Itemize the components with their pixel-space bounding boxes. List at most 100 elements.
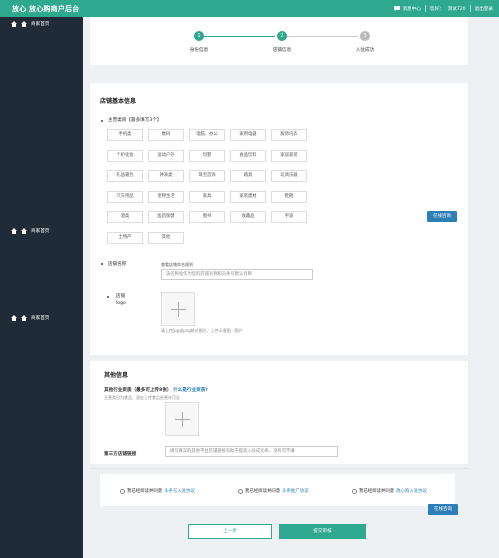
sidebar-item-label: 商家首页	[31, 229, 50, 234]
category-option[interactable]: 家具	[189, 190, 225, 203]
step-2-label: 店铺信息	[272, 48, 292, 53]
submit-review-button[interactable]: 提交审核	[279, 524, 366, 539]
category-option[interactable]: 其他	[148, 231, 184, 244]
category-option[interactable]: 运动户外	[148, 149, 184, 162]
category-option[interactable]: 手机类	[107, 129, 143, 141]
agreement-text: 我已经阅读并同意	[245, 489, 281, 494]
sidebar: 商家首页 商家首页 商家首页	[0, 17, 83, 558]
divider	[90, 468, 468, 469]
home-icon	[11, 21, 17, 27]
bullet	[101, 263, 103, 265]
sidebar-item-home[interactable]: 商家首页	[11, 315, 49, 321]
store-name-input[interactable]: 该名称会作为您的店铺名称和头条号默认名称	[161, 269, 313, 280]
category-option[interactable]: 数码	[148, 129, 184, 141]
home-icon	[11, 315, 17, 321]
agreement-fangxingou[interactable]: 我已经阅读并同意 放心购入驻协议	[352, 488, 427, 494]
agreement-checkbox[interactable]	[120, 488, 125, 494]
agreement-text: 我已经阅读并同意	[359, 489, 395, 494]
step-3-circle: 3	[360, 31, 370, 41]
home-icon	[21, 228, 27, 234]
store-name-label: 店铺名称	[108, 262, 127, 267]
agreement-text: 我已经阅读并同意	[127, 489, 163, 494]
qualification-upload[interactable]	[165, 402, 199, 436]
message-center-label: 消息中心	[402, 6, 421, 12]
message-center[interactable]: 消息中心	[394, 6, 421, 12]
category-option[interactable]: 家居家装	[271, 149, 307, 162]
logo-upload[interactable]	[161, 292, 195, 326]
step-1-label: 身份信息	[189, 48, 209, 53]
category-option[interactable]: 土特产	[107, 231, 143, 244]
agreement-link[interactable]: 头条推广协议	[282, 488, 308, 494]
category-option[interactable]: 玩具乐器	[271, 170, 307, 182]
store-basic-card: 店铺基本信息 主营类目【最多填写3个】 手机类 数码 电脑、办公 家用电器 服饰内衣个护…	[90, 83, 468, 355]
category-option[interactable]: 珠宝首饰	[189, 170, 225, 182]
category-option[interactable]: 个护化妆	[107, 149, 143, 162]
home-icon	[21, 315, 27, 321]
third-party-link-input[interactable]: 填写真实的其他平台店铺链接有助于提高入驻成功率，没有可不填	[165, 446, 338, 457]
agreement-link[interactable]: 放心购入驻协议	[396, 488, 427, 494]
category-option[interactable]: 电脑、办公	[189, 129, 225, 141]
header-divider	[469, 5, 471, 12]
online-consult-button[interactable]: 在线咨询	[427, 211, 457, 222]
bullet	[101, 120, 103, 122]
agreement-toutiao-promotion[interactable]: 我已经阅读并同意 头条推广协议	[238, 488, 309, 494]
category-option[interactable]: 家用电器	[230, 129, 266, 141]
agreement-checkbox[interactable]	[238, 488, 243, 494]
qualification-label: 其他行业资质（最多可上传8张） 什么是行业资质?	[104, 387, 208, 393]
bullet	[107, 296, 109, 298]
category-option[interactable]: 食品饮料	[230, 149, 266, 162]
step-3-label: 入驻成功	[355, 48, 375, 53]
home-icon	[21, 21, 27, 27]
sidebar-item-label: 商家首页	[31, 316, 50, 321]
agreements-card: 我已经阅读并同意 头条号入驻协议 我已经阅读并同意 头条推广协议 我已经阅读并同意放…	[100, 474, 455, 506]
category-option[interactable]: 宠物生活	[148, 190, 184, 203]
other-info-card: 其他信息 其他行业资质（最多可上传8张） 什么是行业资质? 主营类目为食品、酒业…	[90, 361, 468, 464]
category-option[interactable]: 箱具	[230, 170, 266, 182]
message-icon	[394, 6, 401, 11]
sidebar-item-label: 商家首页	[31, 22, 50, 27]
brand-title: 放心 放心购商户后台	[12, 5, 80, 13]
top-bar: 放心 放心购商户后台 消息中心 您好： 测试720 退出登录	[0, 0, 499, 17]
qualification-label-text: 其他行业资质（最多可上传8张）	[104, 388, 172, 393]
greeting-label: 您好：	[429, 6, 444, 12]
step-1-circle: 1	[194, 31, 204, 41]
category-option[interactable]: 钟表类	[148, 170, 184, 182]
category-option[interactable]: 服饰内衣	[271, 129, 307, 141]
logo-hint-link[interactable]: （图片	[231, 328, 243, 333]
qualification-help-link[interactable]: 什么是行业资质?	[173, 388, 208, 393]
progress-steps: 1 2 3 身份信息 店铺信息 入驻成功	[90, 17, 468, 65]
step-connector	[284, 36, 358, 37]
sidebar-item-home[interactable]: 商家首页	[11, 228, 49, 234]
category-option[interactable]: 医药保健	[148, 211, 184, 223]
category-option[interactable]: 母婴	[189, 149, 225, 162]
logo-label: logo	[116, 301, 126, 306]
prev-step-button[interactable]: 上一步	[188, 524, 272, 539]
section-title: 店铺基本信息	[100, 98, 137, 105]
qualification-hint: 主营类目为食品、酒业上传食品经营许可证	[104, 395, 180, 400]
sidebar-item-home[interactable]: 商家首页	[11, 21, 49, 27]
category-option[interactable]: 宇波	[271, 211, 307, 223]
agreement-checkbox[interactable]	[352, 488, 357, 494]
step-connector	[201, 36, 275, 37]
user-name[interactable]: 测试720	[448, 6, 466, 12]
naming-rules-link[interactable]: 查看店铺命名规则	[161, 262, 193, 268]
logo-label: 店铺	[116, 294, 126, 299]
home-icon	[11, 228, 17, 234]
third-party-label: 第三方店铺链接	[104, 452, 137, 457]
category-label: 主营类目【最多填写3个】	[108, 118, 162, 123]
online-consult-button-bottom[interactable]: 在线咨询	[428, 504, 458, 515]
category-option[interactable]: 收藏品	[230, 211, 266, 223]
header-right: 消息中心 您好： 测试720 退出登录	[394, 5, 493, 12]
category-option[interactable]: 家装建材	[230, 190, 266, 203]
category-option[interactable]: 鞋靴	[271, 190, 307, 203]
logo-upload-hint: 请上传jpg或png格式图片，上传示意图（图片	[161, 328, 243, 334]
category-option[interactable]: 汽车用品	[107, 190, 143, 203]
agreement-toutiao-account[interactable]: 我已经阅读并同意 头条号入驻协议	[120, 488, 195, 494]
category-option[interactable]: 礼品箱包	[107, 170, 143, 182]
logout-link[interactable]: 退出登录	[475, 6, 493, 12]
header-divider	[424, 5, 426, 12]
category-option[interactable]: 图书	[189, 211, 225, 223]
agreement-link[interactable]: 头条号入驻协议	[164, 488, 195, 494]
category-option[interactable]: 酒类	[107, 211, 143, 223]
section-title: 其他信息	[104, 372, 129, 379]
